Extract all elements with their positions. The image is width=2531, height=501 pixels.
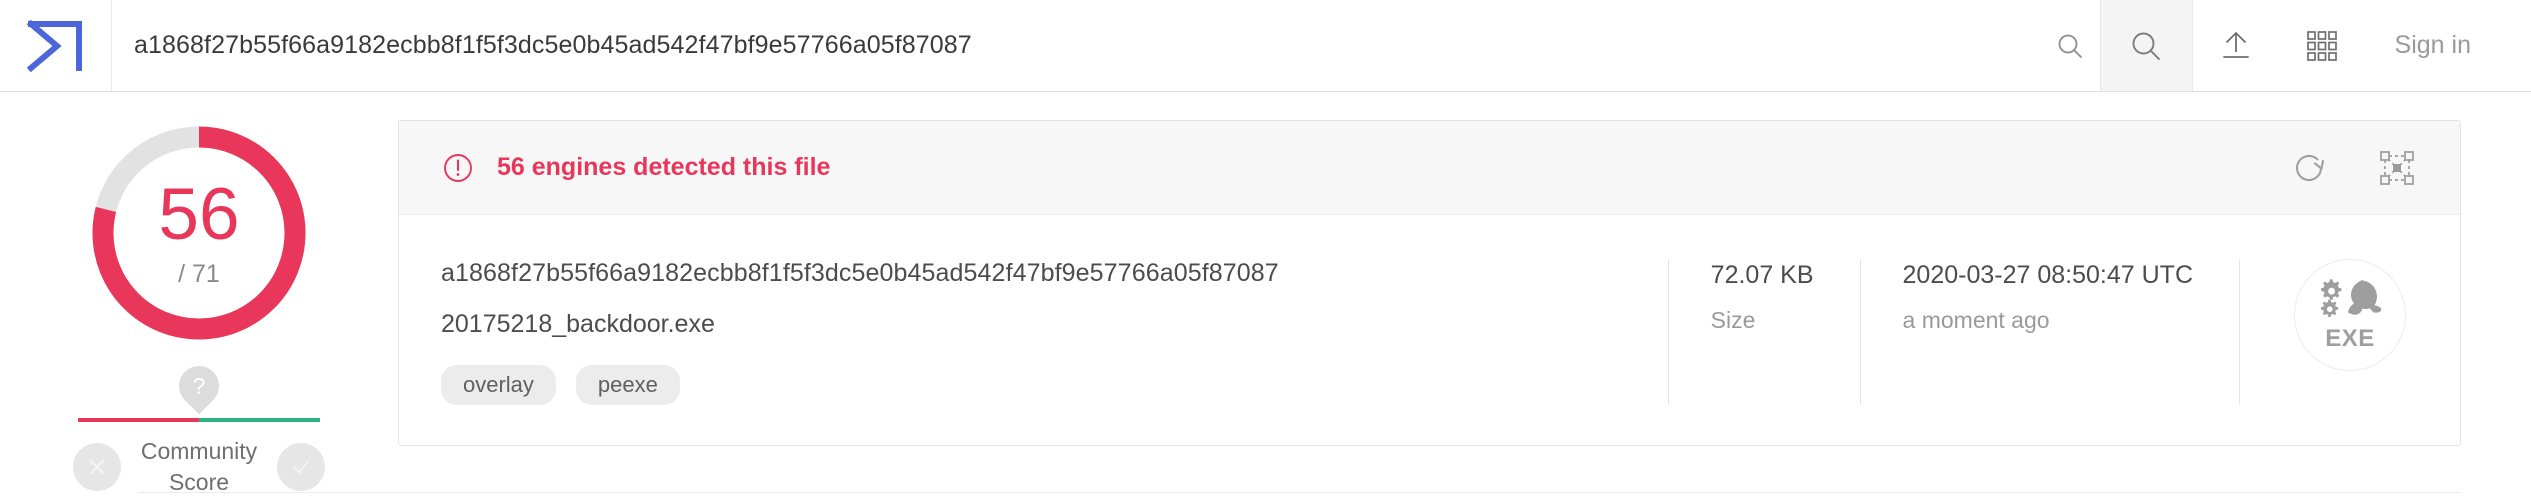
analysis-date-value: 2020-03-27 08:50:47 UTC [1902, 261, 2193, 289]
virustotal-report-page: Sign in 56 / 71 ? [0, 0, 2531, 501]
community-score-label: Community Score [121, 436, 277, 498]
analysis-date-relative: a moment ago [1902, 307, 2050, 333]
file-identity: a1868f27b55f66a9182ecbb8f1f5f3dc5e0b45ad… [399, 259, 1668, 405]
file-date-column: 2020-03-27 08:50:47 UTC a moment ago [1859, 259, 2239, 405]
pin-question-glyph: ? [192, 372, 206, 399]
check-icon [293, 460, 309, 474]
reanalyze-refresh-icon [2295, 154, 2325, 181]
site-header: Sign in [0, 0, 2531, 92]
file-report-card: 56 engines detected this file a1868f27b5… [398, 120, 2461, 446]
vote-harmless-button[interactable] [277, 443, 325, 492]
detection-banner: 56 engines detected this file [399, 121, 2460, 215]
community-score-label-line1: Community [140, 438, 258, 464]
community-score-label-line2: Score [168, 469, 230, 496]
x-icon [90, 460, 104, 475]
detection-summary-column: 56 / 71 ? Community Score [0, 120, 398, 498]
apps-menu-button[interactable] [2279, 0, 2365, 92]
sign-in-button[interactable]: Sign in [2365, 31, 2497, 60]
search-bar[interactable] [112, 0, 2101, 91]
file-name: 20175218_backdoor.exe [441, 310, 715, 338]
relations-button[interactable] [2370, 141, 2424, 195]
file-size-label: Size [1710, 307, 1756, 333]
vote-malicious-button[interactable] [73, 443, 121, 492]
card-header-actions [2282, 141, 2424, 195]
file-tags: overlay peexe [441, 365, 1628, 405]
virustotal-logo[interactable] [0, 0, 112, 91]
file-size-value: 72.07 KB [1710, 261, 1814, 289]
search-icon [2132, 32, 2160, 60]
file-type-column: EXE [2239, 259, 2460, 405]
detection-alert: 56 engines detected this file [441, 151, 2282, 185]
file-type-label: EXE [2325, 324, 2375, 352]
detection-alert-text: 56 engines detected this file [497, 153, 831, 181]
exe-gears-icon: EXE [2294, 259, 2406, 371]
section-divider [138, 492, 2461, 493]
community-score-row: Community Score [73, 436, 325, 498]
reanalyze-button[interactable] [2282, 141, 2336, 195]
score-bar-positive [199, 418, 320, 422]
question-mark-pin-icon[interactable]: ? [170, 357, 228, 415]
score-bar-negative [78, 418, 199, 422]
search-submit-button[interactable] [2100, 0, 2193, 91]
file-tag[interactable]: peexe [575, 365, 680, 405]
file-tag[interactable]: overlay [441, 365, 556, 405]
detection-ratio-gauge: 56 / 71 [88, 122, 310, 344]
community-score-bar [78, 418, 320, 422]
upload-button[interactable] [2193, 0, 2279, 92]
file-hash: a1868f27b55f66a9182ecbb8f1f5f3dc5e0b45ad… [441, 259, 1279, 287]
relations-graph-icon [2380, 150, 2414, 185]
report-body: 56 / 71 ? Community Score 56 engines det… [0, 92, 2531, 498]
search-icon[interactable] [2040, 31, 2100, 61]
community-score: ? Community Score [73, 357, 325, 498]
header-actions: Sign in [2193, 0, 2531, 91]
file-details: a1868f27b55f66a9182ecbb8f1f5f3dc5e0b45ad… [399, 215, 2460, 445]
exclamation-circle-icon [444, 153, 472, 182]
file-size-column: 72.07 KB Size [1667, 259, 1860, 405]
grid-apps-icon [2306, 30, 2337, 61]
upload-icon [2222, 31, 2249, 58]
search-input[interactable] [134, 31, 2040, 60]
